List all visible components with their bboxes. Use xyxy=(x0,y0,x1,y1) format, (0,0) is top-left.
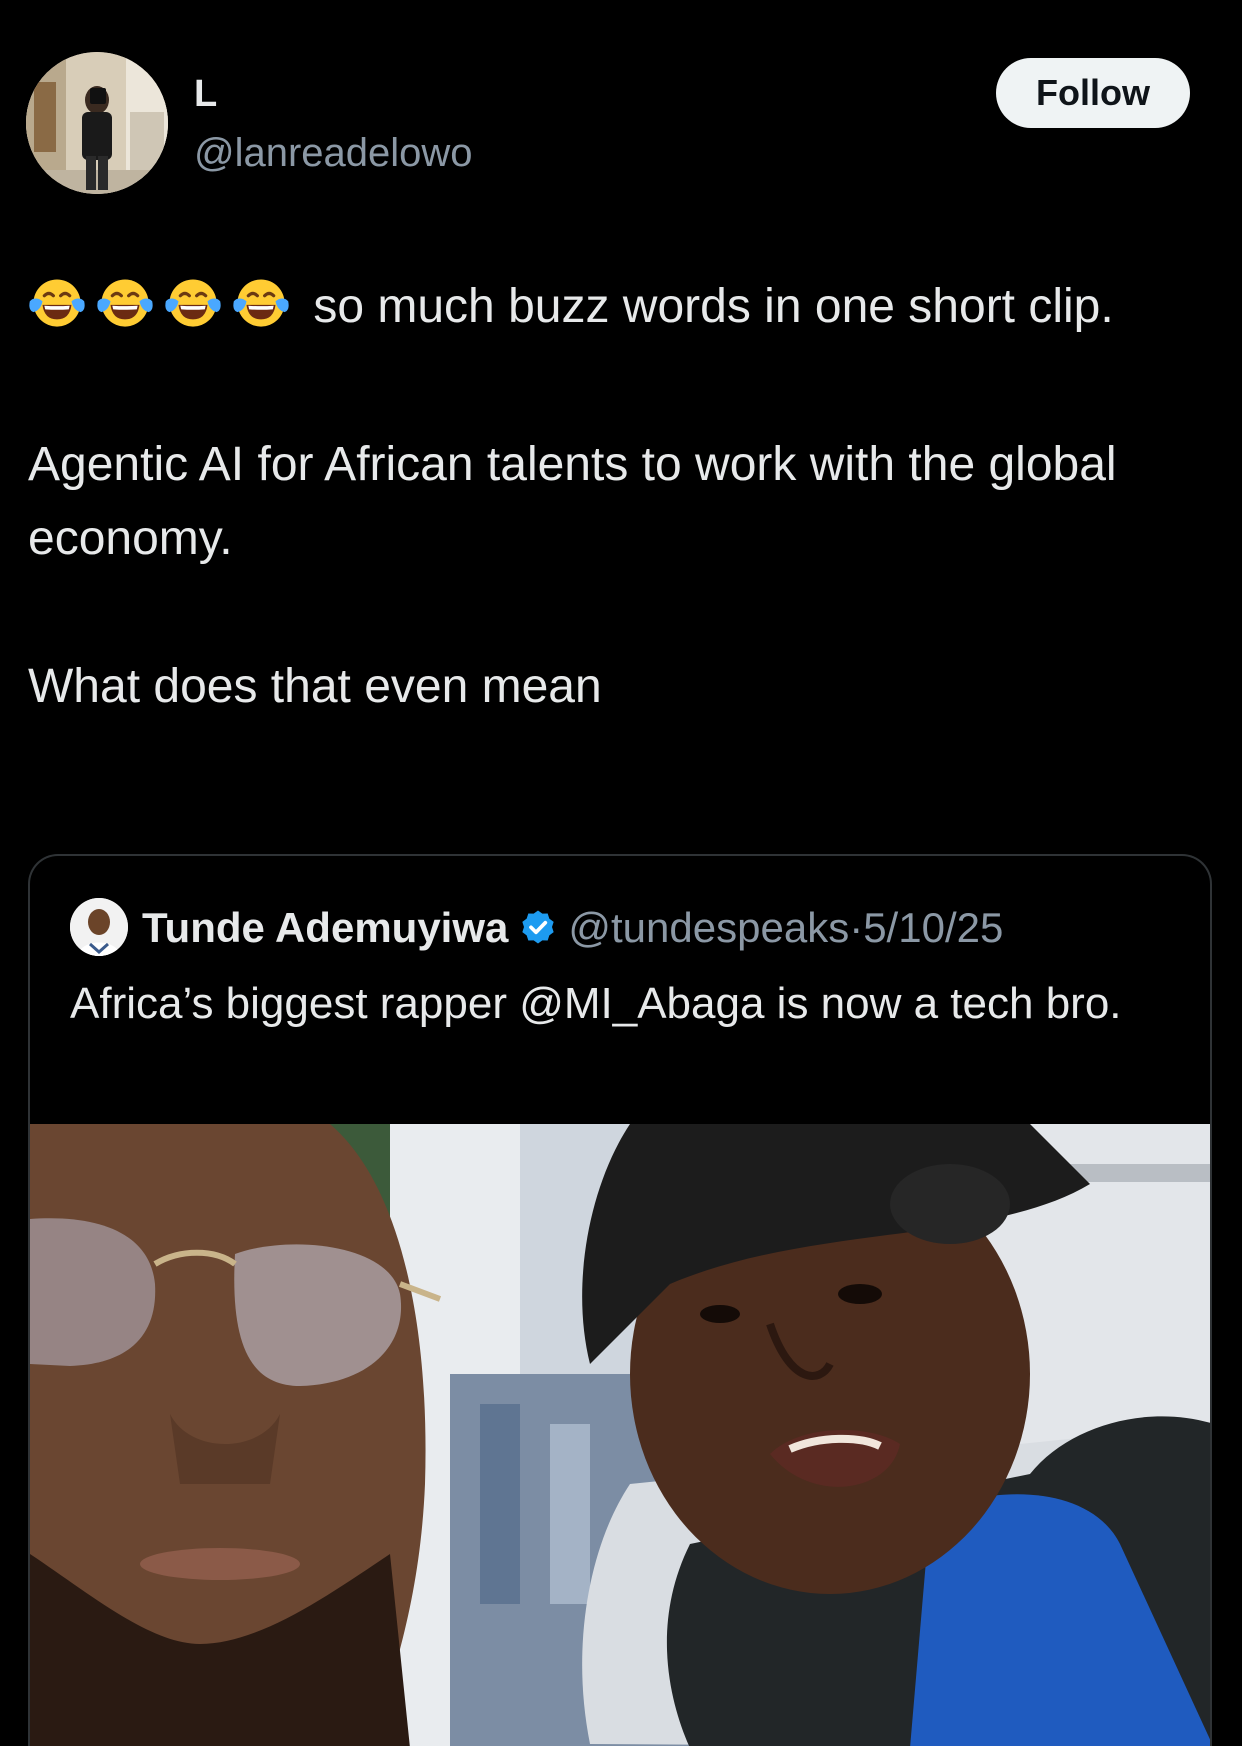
face-with-tears-of-joy-icon xyxy=(232,274,290,354)
quoted-tweet-text: Africa’s biggest rapper @MI_Abaga is now… xyxy=(70,979,1122,1028)
quoted-tweet-video[interactable] xyxy=(30,1124,1210,1746)
face-with-tears-of-joy-icon xyxy=(28,274,86,354)
author-display-name[interactable]: L xyxy=(194,72,217,116)
header-separator: · xyxy=(849,904,864,951)
tweet-paragraph-2: Agentic AI for African talents to work w… xyxy=(28,438,1117,565)
tweet-line-1-text: so much buzz words in one short clip. xyxy=(300,280,1114,333)
tweet-text: so much buzz words in one short clip. Ag… xyxy=(28,270,1198,724)
author-handle[interactable]: @lanreadelowo xyxy=(194,130,473,176)
tweet-paragraph-3: What does that even mean xyxy=(28,660,602,713)
face-with-tears-of-joy-icon xyxy=(96,274,154,354)
quoted-tweet-header: Tunde Ademuyiwa @tundespeaks·5/10/25 xyxy=(142,900,1003,956)
quoted-tweet-date[interactable]: 5/10/25 xyxy=(863,904,1003,951)
quoted-author-handle[interactable]: @tundespeaks xyxy=(568,904,849,951)
follow-button[interactable]: Follow xyxy=(996,58,1190,128)
quoted-tweet-card[interactable]: Tunde Ademuyiwa @tundespeaks·5/10/25 Afri… xyxy=(28,854,1212,1746)
author-avatar[interactable] xyxy=(26,52,168,194)
verified-badge-icon xyxy=(518,908,558,972)
emoji-group xyxy=(28,279,300,333)
face-with-tears-of-joy-icon xyxy=(164,274,222,354)
quoted-author-name[interactable]: Tunde Ademuyiwa xyxy=(142,904,508,951)
quoted-author-avatar[interactable] xyxy=(70,898,128,956)
tweet-paragraph-1: so much buzz words in one short clip. xyxy=(28,270,1198,354)
